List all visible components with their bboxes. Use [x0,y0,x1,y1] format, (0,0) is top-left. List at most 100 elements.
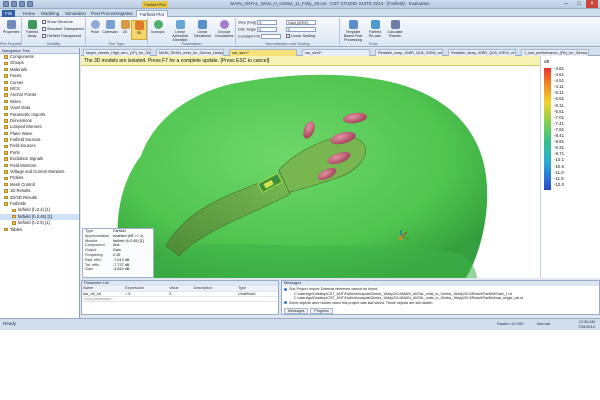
folder-icon [4,227,8,232]
folder-icon [4,119,8,123]
tab-home[interactable]: Home [20,10,38,17]
template-icon [348,20,358,29]
folder-icon [4,138,8,142]
folder-icon [4,182,8,187]
close-icon[interactable]: × [586,0,598,8]
constant-phi-field[interactable]: Constant Phi [238,34,281,39]
tab-file[interactable]: File [2,10,16,17]
3d-button[interactable]: 3D [131,20,147,40]
document-tab[interactable]: target_sheets_High_arm_(1P)_for_Gimba_16… [83,49,151,56]
folder-icon [4,74,8,78]
folder-icon [4,55,8,59]
folder-icon [4,157,8,161]
folder-icon [4,176,8,181]
farfield-array-button[interactable]: Farfield Array [24,20,40,40]
status-normal: Normal [537,321,550,326]
structure-transparent-checkbox[interactable]: Structure Transparent [42,27,84,31]
group-normalization: Step (Deg) 5 Dist. Angle 0 Constant Phi Ga… [236,18,340,46]
status-ready: Ready [3,321,17,326]
info-icon [284,287,287,291]
document-tab[interactable]: sar_sim1* [229,49,297,56]
2d-icon [120,20,130,29]
circular-icon [219,20,229,29]
folder-icon [4,87,8,91]
tab-progress[interactable]: Progress [310,308,333,314]
circular-button[interactable]: Circular Circulations [214,20,234,40]
document-tab[interactable]: Redable_wrap_IGBR_QLB_IGEM_vers_to_Gimba… [375,49,443,56]
legend-tick-label: -7.01 [554,114,565,120]
messages-tabs: Messages Progress [284,308,333,314]
tab-view[interactable]: View [120,10,136,17]
maximize-icon[interactable]: □ [573,0,585,8]
new-parameter-row[interactable]: <new parameter> [82,296,278,302]
cartesian-button[interactable]: Cartesian [102,20,118,40]
farfield-transparent-checkbox[interactable]: Farfield Transparent [42,34,81,38]
farfield-recalc-button[interactable]: Farfield Re-calc [366,20,384,40]
show-structure-checkbox[interactable]: Show Structure [42,20,73,24]
group-polarization: Isotropic Linear Azimuthal Elevation Lin… [148,18,236,46]
folder-icon [4,131,8,136]
context-tab-label: Farfield Plot [142,1,168,8]
document-tab[interactable]: 1_lost_performance_(PA)_for_Gimba_16ddy2… [521,49,589,56]
properties-button[interactable]: Properties [3,20,19,40]
isotropic-button[interactable]: Isotropic [149,20,167,40]
farfield-array-icon [27,20,37,29]
folder-icon [4,202,8,206]
status-bar: Ready Raster=10.000 Normal 12:26 AM 7/26… [0,318,600,330]
legend-tick-label: -6.51 [554,108,565,114]
app-icon[interactable] [3,1,9,7]
document-tab[interactable]: sar_sim3* [302,49,370,56]
tab-messages[interactable]: Messages [284,308,309,314]
properties-icon [6,20,16,29]
window-title: MAIN_ANTAL_Wrist_H_Gimba_11_Fully_25.cst… [230,1,430,6]
folder-icon [4,80,8,85]
gain-color-legend: dB -4.81 -4.61 -4.51 -4.11 -5.11 -5.61 -6.11 -6… [540,56,600,278]
polar-button[interactable]: Polar [87,20,103,40]
folder-icon [4,93,8,97]
folder-icon [4,106,8,110]
scaling-value-field[interactable]: 0 [286,27,316,32]
group-tools: Template Based Post Processing Farfield … [340,18,406,46]
step-field[interactable]: Step (Deg) 5 [238,20,278,25]
document-tab[interactable]: Redable_strap_IGBR_QLB_IGEM_vers_to_Gimb… [448,49,516,56]
tree-list: Components Groups Materials Faces Curves WCS A… [0,54,79,233]
linear-azimuthal-icon [175,20,185,29]
info-icon [284,301,287,305]
calculate-results-button[interactable]: Calculate Results [386,20,404,40]
linear-azimuthal-button[interactable]: Linear Azimuthal Elevation [170,20,190,42]
linear-scaling-checkbox[interactable]: Linear Scaling [286,34,315,38]
navigation-tree: Navigation Tree Components Groups Material… [0,48,80,318]
folder-icon [4,99,8,104]
3d-icon [134,21,144,30]
undo-icon[interactable] [19,1,25,7]
folder-icon [4,163,8,168]
minimize-icon[interactable]: – [560,0,572,8]
group-plot-properties: Properties Plot Properties [0,18,22,46]
linear-directional-button[interactable]: Linear Directional [193,20,212,40]
legend-tick-label: -5.61 [554,96,565,102]
messages-list: Sub-Project Import: External reference c… [282,286,599,306]
template-post-processing-button[interactable]: Template Based Post Processing [342,20,364,42]
redo-icon[interactable] [27,1,33,7]
linear-directional-icon [198,20,207,29]
document-tab[interactable]: MAIN_SKAN_wrist_for_Gimba_16ddy2014* [156,49,224,56]
legend-ticks: -4.81 -4.61 -4.51 -4.11 -5.11 -5.61 -6.11 -6.51… [554,66,564,188]
tab-simulation[interactable]: Simulation [62,10,89,17]
folder-icon [4,195,8,200]
dist-angle-field[interactable]: Dist. Angle 0 [238,27,278,32]
quick-access-toolbar[interactable] [3,1,33,7]
output-dropdown[interactable]: Gain (IEEE) [286,20,316,25]
folder-icon [4,170,8,174]
property-row: Gain -4.810 dB [85,267,130,272]
status-clock: 12:26 AM 7/26/2014 [578,320,595,329]
tab-modeling[interactable]: Modeling [38,10,62,17]
farfield-pattern-lower-lobe [141,243,477,278]
legend-tick-label: -11.5 [554,175,564,181]
tab-farfield-plot[interactable]: Farfield Plot [136,10,169,17]
legend-unit: dB [544,59,550,64]
recalc-icon [370,20,380,29]
save-icon[interactable] [11,1,17,7]
farfield-properties-panel: Type Farfield Approximation enabled (kR >> … [82,228,154,278]
tree-item[interactable]: Tables [0,227,79,233]
legend-tick-label: -11.0 [554,169,564,175]
